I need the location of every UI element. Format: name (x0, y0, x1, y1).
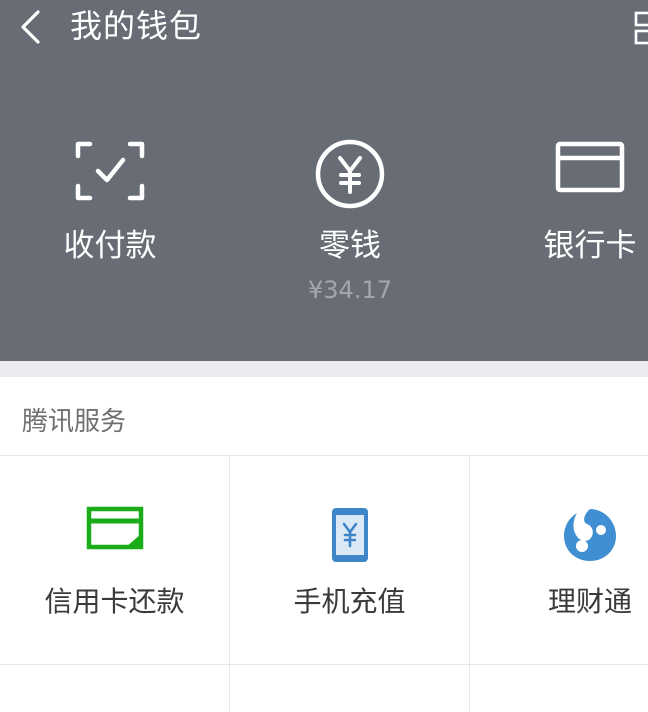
wallet-item-pay[interactable]: 收付款 (10, 138, 210, 318)
service-label: 信用卡还款 (44, 585, 185, 618)
service-phone-recharge[interactable]: 手机充值 (230, 456, 469, 664)
services-section-title: 腾讯服务 (22, 407, 127, 437)
wallet-item-label: 收付款 (63, 228, 157, 264)
phone-recharge-icon (331, 508, 368, 562)
wallet-header: 我的钱包 收付款 零钱 ¥34.17 银行卡 (0, 0, 648, 361)
card-icon (555, 141, 625, 193)
licaitong-icon (564, 509, 616, 561)
more-button[interactable] (634, 9, 648, 45)
section-gap (0, 361, 648, 377)
yuan-circle-icon (315, 139, 385, 209)
grid-icon (634, 11, 648, 45)
page-title: 我的钱包 (70, 7, 203, 45)
service-label: 手机充值 (293, 585, 406, 618)
nav-bar: 我的钱包 (0, 0, 648, 56)
change-balance: ¥34.17 (308, 276, 392, 304)
wallet-item-label: 零钱 (319, 228, 381, 264)
service-credit-card-repay[interactable]: 信用卡还款 (0, 456, 229, 664)
service-licaitong[interactable]: 理财通 (470, 456, 648, 664)
wallet-item-change[interactable]: 零钱 ¥34.17 (250, 138, 450, 318)
credit-card-repay-icon (86, 506, 143, 550)
chevron-left-icon (21, 10, 40, 44)
back-button[interactable] (14, 8, 48, 46)
scan-check-icon (75, 141, 145, 201)
service-label: 理财通 (547, 585, 632, 618)
wallet-item-label: 银行卡 (543, 228, 637, 264)
wallet-item-bank-card[interactable]: 银行卡 (490, 138, 648, 318)
divider (0, 664, 648, 665)
